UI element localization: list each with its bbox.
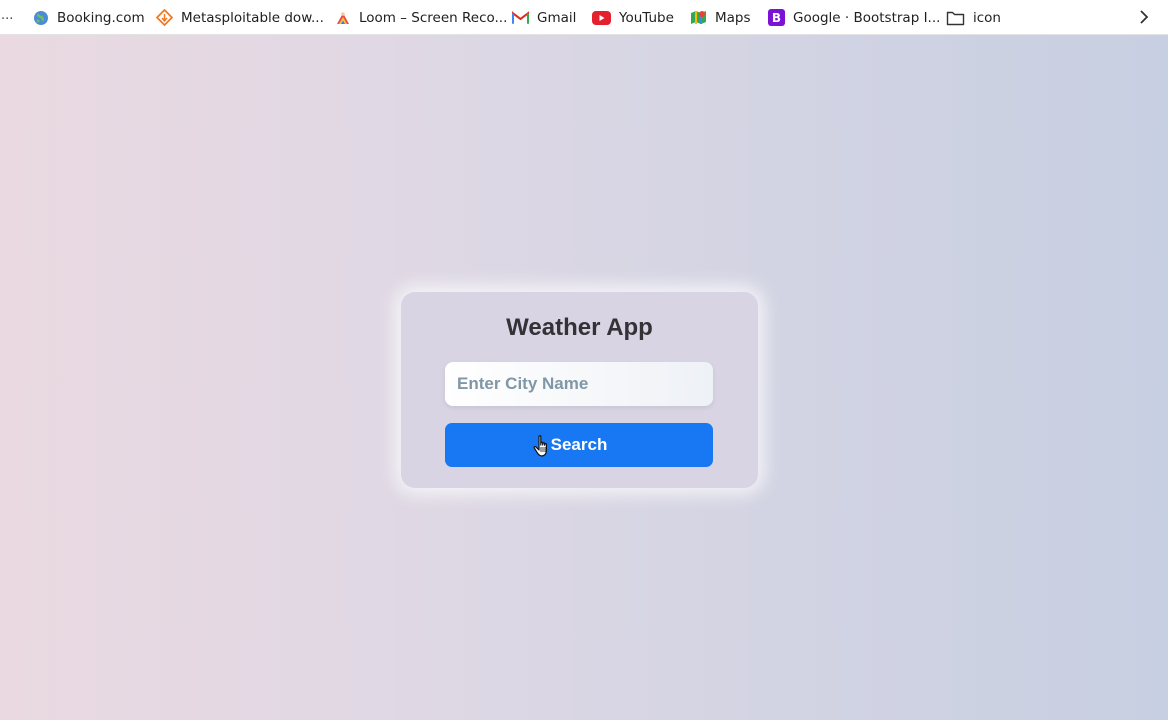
- bookmark-booking[interactable]: Booking.com: [32, 0, 145, 35]
- svg-text:B: B: [772, 11, 781, 25]
- bookmark-label: Metasploitable dow...: [181, 9, 324, 26]
- maps-icon: [690, 9, 707, 26]
- bookmark-label: Google · Bootstrap I...: [793, 9, 941, 26]
- bookmark-label: Gmail: [537, 9, 577, 26]
- bookmark-maps[interactable]: Maps: [690, 0, 751, 35]
- bookmark-folder-icon[interactable]: icon: [946, 0, 1001, 35]
- folder-icon: [946, 9, 965, 26]
- sourceforge-icon: [156, 9, 173, 26]
- bookmarks-overflow-marker: ...: [1, 8, 14, 23]
- bookmark-bootstrap[interactable]: B Google · Bootstrap I...: [768, 0, 940, 35]
- weather-card: Weather App Search: [401, 292, 758, 488]
- bookmark-youtube[interactable]: YouTube: [592, 0, 674, 35]
- app-title: Weather App: [506, 314, 653, 341]
- chevron-right-icon[interactable]: [1134, 7, 1154, 27]
- bookmark-label: Booking.com: [57, 9, 145, 26]
- bookmark-label: icon: [973, 9, 1001, 26]
- youtube-icon: [592, 9, 611, 26]
- globe-icon: [32, 9, 49, 26]
- bookmark-label: Maps: [715, 9, 751, 26]
- search-button[interactable]: Search: [445, 423, 713, 467]
- bookmark-label: Loom – Screen Reco...: [359, 9, 508, 26]
- city-name-input[interactable]: [445, 362, 713, 406]
- bookmarks-bar: ... Booking.com Metasploitable dow... Lo…: [0, 0, 1168, 35]
- bookmark-label: YouTube: [619, 9, 674, 26]
- gmail-icon: [512, 9, 529, 26]
- bookmark-metasploitable[interactable]: Metasploitable dow...: [156, 0, 324, 35]
- bookmark-gmail[interactable]: Gmail: [512, 0, 576, 35]
- loom-icon: [334, 9, 351, 26]
- bootstrap-icon: B: [768, 9, 785, 26]
- bookmark-loom[interactable]: Loom – Screen Reco...: [334, 0, 507, 35]
